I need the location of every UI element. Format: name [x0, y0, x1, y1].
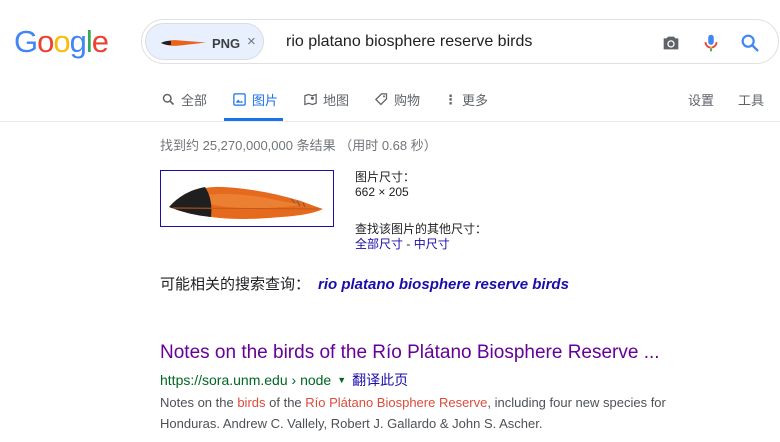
search-icon[interactable] — [739, 32, 761, 54]
logo-letter: g — [69, 24, 87, 59]
medium-sizes-link[interactable]: 中尺寸 — [414, 237, 450, 251]
tab-label: 地图 — [323, 93, 350, 108]
tab-maps[interactable]: 地图 — [303, 90, 349, 109]
other-sizes-links: 全部尺寸 - 中尺寸 — [355, 237, 450, 252]
logo-letter: G — [14, 24, 38, 59]
more-dots-icon: ⋮ — [444, 91, 457, 107]
tab-images[interactable]: 图片 — [232, 90, 278, 109]
snippet-text: Notes on the — [160, 395, 238, 410]
result-snippet: Notes on the birds of the Río Plátano Bi… — [160, 392, 760, 434]
search-box[interactable]: PNG × rio platano biosphere reserve bird… — [141, 19, 779, 64]
chip-label: PNG — [212, 36, 241, 51]
tab-label: 图片 — [252, 93, 279, 108]
tab-label: 更多 — [462, 93, 489, 108]
image-size-label: 图片尺寸： — [355, 170, 416, 184]
tab-shopping[interactable]: 购物 — [374, 90, 420, 109]
active-tab-indicator — [224, 118, 283, 121]
query-image-thumbnail[interactable] — [160, 170, 334, 227]
related-search: 可能相关的搜索查询： rio platano biosphere reserve … — [160, 273, 569, 294]
feather-image — [169, 186, 323, 219]
microphone-icon[interactable] — [700, 32, 722, 54]
tab-all[interactable]: 全部 — [161, 90, 207, 109]
snippet-text: of the — [265, 395, 306, 410]
tab-tools[interactable]: 工具 — [738, 90, 764, 109]
result-url: https://sora.unm.edu › node — [160, 372, 332, 388]
search-input[interactable]: rio platano biosphere reserve birds — [286, 33, 532, 51]
chip-close-icon[interactable]: × — [247, 33, 256, 50]
search-tabs: 全部 图片 地图 购物 ⋮ 更多 设置 工具 — [0, 76, 780, 122]
related-search-link[interactable]: rio platano biosphere reserve birds — [318, 276, 569, 293]
feather-thumbnail-icon — [161, 40, 206, 46]
image-size-value: 662 × 205 — [355, 185, 409, 199]
logo-letter: e — [91, 24, 109, 59]
map-icon — [304, 93, 317, 106]
tab-label: 设置 — [688, 93, 715, 108]
tag-icon — [374, 93, 388, 106]
result-stats: 找到约 25,270,000,000 条结果 （用时 0.68 秒） — [160, 138, 437, 153]
snippet-text: , including four new species for — [487, 395, 666, 410]
tab-label: 工具 — [738, 93, 765, 108]
all-sizes-link[interactable]: 全部尺寸 — [355, 237, 403, 251]
sizes-separator: - — [403, 237, 414, 251]
tab-more[interactable]: ⋮ 更多 — [444, 90, 488, 109]
image-icon — [233, 93, 246, 106]
snippet-text: Honduras. Andrew C. Vallely, Robert J. G… — [160, 416, 543, 431]
related-search-label: 可能相关的搜索查询： — [160, 276, 311, 293]
translate-link[interactable]: 翻译此页 — [352, 370, 408, 390]
logo-letter: o — [37, 24, 54, 59]
tab-settings[interactable]: 设置 — [688, 90, 714, 109]
logo-letter: o — [53, 24, 70, 59]
search-icon — [162, 93, 175, 106]
image-chip[interactable]: PNG × — [145, 23, 264, 60]
snippet-highlight: Río Plátano Biosphere Reserve — [305, 395, 488, 410]
tab-label: 全部 — [181, 93, 208, 108]
snippet-highlight: birds — [237, 395, 266, 410]
other-sizes-label: 查找该图片的其他尺寸： — [355, 222, 488, 236]
result-url-line: https://sora.unm.edu › node ▼ 翻译此页 — [160, 370, 408, 390]
result-title-link[interactable]: Notes on the birds of the Río Plátano Bi… — [160, 342, 660, 364]
url-dropdown-icon[interactable]: ▼ — [337, 375, 346, 385]
google-logo[interactable]: Google — [14, 24, 109, 60]
tab-label: 购物 — [394, 93, 421, 108]
camera-icon[interactable] — [660, 32, 682, 54]
